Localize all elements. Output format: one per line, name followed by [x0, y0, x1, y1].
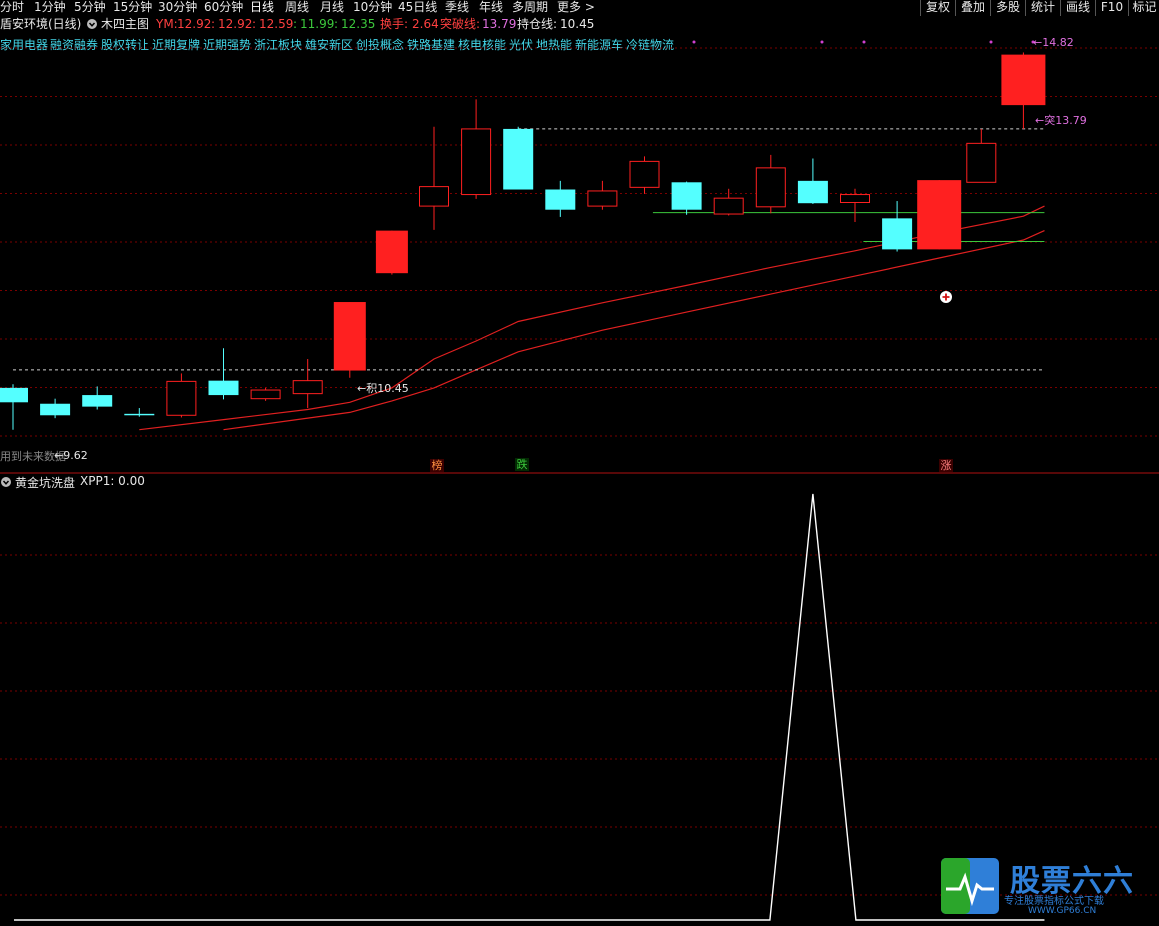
candle-body — [461, 128, 492, 196]
candle-body — [82, 395, 113, 407]
high-price-label: ←14.82 — [1033, 36, 1074, 49]
candle-body — [882, 218, 913, 250]
candle-body — [333, 302, 366, 371]
candle — [629, 156, 660, 194]
arrow-left-icon: ← — [54, 449, 64, 462]
candle-body — [797, 180, 828, 204]
candle-body — [1001, 54, 1046, 106]
xpp1-line — [14, 493, 1045, 921]
logo-tagline: 专注股票指标公式下载 — [1004, 896, 1104, 907]
candle — [587, 180, 618, 210]
candle-body — [755, 167, 786, 208]
main-kline-chart[interactable] — [0, 0, 1159, 926]
candle-body — [40, 403, 71, 416]
sub-indicator-title[interactable]: 黄金坑洗盘 — [15, 474, 75, 491]
candle-body — [292, 380, 323, 395]
candle — [671, 181, 702, 215]
candle — [797, 158, 828, 204]
candle-body — [419, 186, 449, 207]
candle-body — [208, 380, 239, 396]
candle — [40, 398, 71, 419]
candle-body — [503, 128, 534, 190]
breakout-price-label: ←突13.79 — [1035, 114, 1087, 127]
sub-indicator-line — [14, 493, 1045, 921]
candle — [166, 373, 197, 418]
candle-body — [966, 142, 997, 183]
watermark-logo: 股票六六 专注股票指标公式下载 WWW.GP66.CN — [940, 856, 1155, 920]
signal-marker: 榜 — [430, 459, 444, 472]
signal-marker: 涨 — [939, 459, 953, 472]
candle — [882, 201, 913, 252]
candle-body — [840, 194, 870, 203]
candle — [419, 126, 449, 230]
candle-body — [713, 197, 744, 215]
arrow-left-icon: ← — [1035, 114, 1045, 127]
sub-indicator-value: XPP1: 0.00 — [80, 474, 145, 488]
gear-icon[interactable] — [0, 476, 12, 491]
candle — [292, 359, 323, 409]
candle — [250, 387, 281, 401]
low-price-label: ←9.62 — [54, 449, 88, 462]
candle — [82, 386, 113, 410]
candle-body — [124, 413, 155, 416]
candle-body — [917, 180, 962, 250]
candle — [966, 128, 997, 183]
purple-dots — [692, 40, 1035, 44]
candle — [333, 302, 366, 378]
candle-body — [629, 160, 660, 188]
candle-body — [671, 182, 702, 210]
candle-body — [375, 230, 408, 274]
candle — [375, 230, 408, 275]
candle-body — [545, 189, 576, 210]
candle — [208, 348, 239, 400]
candle — [545, 180, 576, 217]
candle-body — [250, 389, 281, 400]
candle — [713, 188, 744, 216]
candle — [461, 99, 492, 199]
candles — [0, 52, 1046, 430]
arrow-left-icon: ← — [1033, 36, 1043, 49]
candle-body — [587, 190, 618, 207]
hold-price-label: ←积10.45 — [357, 382, 409, 395]
candle — [755, 154, 786, 214]
candle — [503, 126, 534, 190]
candle — [917, 180, 962, 250]
candle — [124, 408, 155, 417]
signal-marker: 跌 — [515, 458, 529, 471]
logo-url: WWW.GP66.CN — [1028, 906, 1097, 916]
candle-body — [0, 387, 28, 403]
add-marker-icon[interactable] — [940, 291, 952, 303]
candle — [0, 384, 28, 430]
arrow-left-icon: ← — [357, 382, 367, 395]
candle-body — [166, 380, 197, 416]
logo-mark-icon — [941, 858, 999, 914]
